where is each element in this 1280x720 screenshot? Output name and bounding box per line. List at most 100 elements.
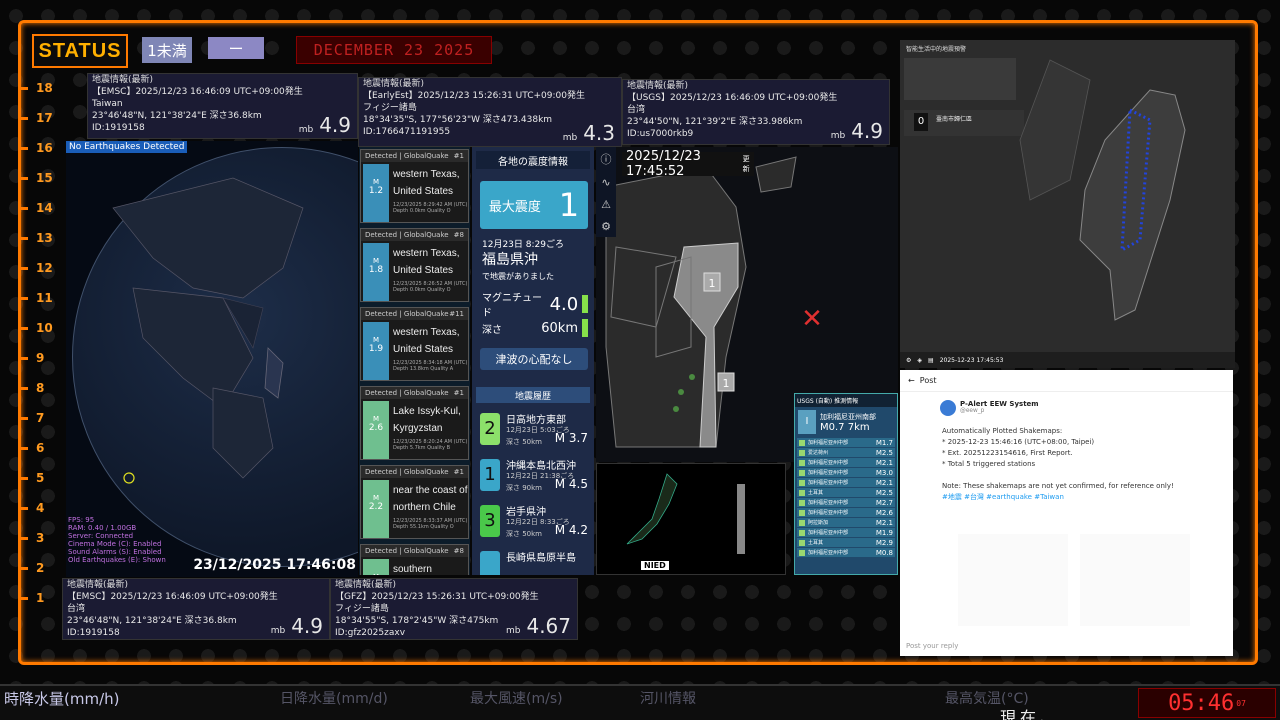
map-toolbar: ⓘ ∿ ⚠ ⚙ xyxy=(596,147,616,237)
nied-seismic-map[interactable]: NIED xyxy=(596,463,786,575)
post-header: ← Post xyxy=(900,370,1233,392)
ruler-tick: 2 xyxy=(18,560,64,576)
quake-place: 福島県沖 xyxy=(482,252,538,268)
magnitude-row: マグニチュード 4.0 xyxy=(482,289,588,319)
status-label: STATUS xyxy=(32,34,128,68)
level-badge: ー xyxy=(208,37,264,59)
date-display: DECEMBER 23 2025 xyxy=(296,36,492,64)
ruler-tick: 11 xyxy=(18,290,64,306)
history-item[interactable]: 2 日高地方東部 12月23日 5:03ごろ 深さ 50km M 3.7 xyxy=(480,407,588,451)
bottom-ticker: 時降水量(mm/h) 日降水量(mm/d) 最大風速(m/s) 河川情報 最高気… xyxy=(0,684,1280,720)
ruler-tick: 16 xyxy=(18,140,64,156)
ruler-tick: 4 xyxy=(18,500,64,516)
usgs-row[interactable]: 加利福尼亚州中部 M3.0 xyxy=(797,468,895,477)
usgs-header: USGS (自動) 推測情報 xyxy=(795,394,897,407)
digital-clock: 05:46 07 xyxy=(1138,688,1276,718)
quake-card[interactable]: Detected | GlobalQuake #1 M 1.2 western Te… xyxy=(360,149,469,223)
history-item[interactable]: 1 沖縄本島北西沖 12月22日 21:38ごろ 深さ 90km M 4.5 xyxy=(480,453,588,497)
ruler-tick: 8 xyxy=(18,380,64,396)
ruler-tick: 9 xyxy=(18,350,64,366)
quake-card[interactable]: Detected | GlobalQuake #11 M 1.9 western T… xyxy=(360,307,469,381)
svg-text:1: 1 xyxy=(723,377,730,390)
usgs-latest: I 加利福尼亚州南部 M0.7 7km xyxy=(795,407,897,437)
svg-text:1: 1 xyxy=(709,277,716,290)
usgs-row[interactable]: 加利福尼亚州中部 M1.7 xyxy=(797,438,895,447)
quake-info-panel-gfz: 地震情報(最新) 【GFZ】2025/12/23 15:26:31 UTC+09:… xyxy=(330,578,578,640)
max-intensity-box: 最大震度 1 xyxy=(480,181,588,229)
nied-logo: NIED xyxy=(641,561,669,570)
quake-info-panel-earlyest: 地震情報(最新) 【EarlyEst】2025/12/23 15:26:31 UT… xyxy=(358,77,622,147)
usgs-row[interactable]: 加利福尼亚州中部 M1.9 xyxy=(797,528,895,537)
epicenter-icon: ✕ xyxy=(801,304,823,334)
quake-info-panel-usgs: 地震情報(最新) 【USGS】2025/12/23 16:46:09 UTC+09… xyxy=(622,79,890,145)
ruler-tick: 10 xyxy=(18,320,64,336)
usgs-row[interactable]: 土耳其 M2.5 xyxy=(797,488,895,497)
ruler-tick: 17 xyxy=(18,110,64,126)
history-header: 地震履歴 xyxy=(476,387,590,403)
nied-shapes xyxy=(626,473,745,554)
jma-header: 各地の震度情報 xyxy=(476,151,590,169)
screen: STATUS 1未満 ー DECEMBER 23 2025 18 17 16 15 14… xyxy=(0,0,1280,720)
shakemap-image-2[interactable] xyxy=(1080,534,1190,626)
target-icon[interactable]: ◈ xyxy=(917,357,922,364)
globalquake-list[interactable]: Detected | GlobalQuake #1 M 1.2 western Te… xyxy=(359,147,470,575)
quake-card[interactable]: Detected | GlobalQuake #1 M 2.6 Lake Issyk… xyxy=(360,386,469,460)
shakemap-image-1[interactable] xyxy=(958,534,1068,626)
globe-stats: FPS: 95 RAM: 0.40 / 1.00GB Server: Connect… xyxy=(68,516,166,564)
land-shapes xyxy=(112,177,304,484)
chart-icon[interactable]: ▤ xyxy=(928,357,934,364)
globe-map[interactable] xyxy=(72,147,358,567)
jma-panel: 各地の震度情報 最大震度 1 12月23日 8:29ごろ 福島県沖 で地震がありま… xyxy=(472,147,594,575)
social-post: ← Post P-Alert EEW System @eew_p Automati… xyxy=(900,370,1233,656)
level-ruler: 18 17 16 15 14 13 12 11 10 9 8 7 6 5 4 3 2 1 xyxy=(18,80,64,640)
back-arrow-icon[interactable]: ← xyxy=(908,376,920,385)
warning-icon[interactable]: ⚠ xyxy=(601,198,611,211)
info-icon[interactable]: ⓘ xyxy=(601,151,612,167)
post-author: P-Alert EEW System @eew_p xyxy=(960,400,1039,414)
usgs-row[interactable]: 爱达荷州 M2.5 xyxy=(797,448,895,457)
quake-card[interactable]: Detected | GlobalQuake #8 M 1.8 western Te… xyxy=(360,228,469,302)
usgs-row[interactable]: 加利福尼亚州中部 M2.1 xyxy=(797,478,895,487)
usgs-row[interactable]: 加利福尼亚州中部 M2.6 xyxy=(797,508,895,517)
reply-input[interactable]: Post your reply xyxy=(906,642,958,650)
quake-card[interactable]: Detected | GlobalQuake #1 M 2.2 near the c… xyxy=(360,465,469,539)
avatar[interactable] xyxy=(940,400,956,416)
tsunami-status: 津波の心配なし xyxy=(480,348,588,370)
ruler-tick: 5 xyxy=(18,470,64,486)
quake-note: で地震がありました xyxy=(482,272,554,281)
map-timestamp: 2025/12/23 17:45:52 更新 xyxy=(622,149,754,179)
globe-status-tag: No Earthquakes Detected xyxy=(66,141,188,153)
ruler-tick: 7 xyxy=(18,410,64,426)
usgs-row[interactable]: 加利福尼亚州中部 M2.7 xyxy=(797,498,895,507)
ruler-tick: 3 xyxy=(18,530,64,546)
ruler-tick: 6 xyxy=(18,440,64,456)
history-item[interactable]: 3 岩手県沖 12月22日 8:33ごろ 深さ 50km M 4.2 xyxy=(480,499,588,543)
history-item[interactable]: 長崎県島原半島 xyxy=(480,545,588,575)
ruler-tick: 18 xyxy=(18,80,64,96)
globe-panel[interactable]: No Earthquakes Detected FPS: 95 RAM: 0.40… xyxy=(66,141,358,577)
taiwan-toolbar: ⚙ ◈ ▤ 2025-12-23 17:45:53 xyxy=(900,352,1235,368)
taiwan-eew-map[interactable]: 智能生活中的地震預警 0 臺南市歸仁區 ⚙ ◈ ▤ 2025-12-23 17:45:5… xyxy=(900,40,1235,368)
usgs-row[interactable]: 加利福尼亚州中部 M0.8 xyxy=(797,548,895,557)
ruler-tick: 15 xyxy=(18,170,64,186)
intensity-badge: 1未満 xyxy=(142,37,192,63)
quake-info-panel-emsc: 地震情報(最新) 【EMSC】2025/12/23 16:46:09 UTC+09… xyxy=(87,73,358,139)
ruler-tick: 14 xyxy=(18,200,64,216)
usgs-row[interactable]: 加利福尼亚州中部 M2.1 xyxy=(797,458,895,467)
post-body: Automatically Plotted Shakemaps: * 2025-… xyxy=(942,426,1222,503)
usgs-row[interactable]: 阿拉斯加 M2.1 xyxy=(797,518,895,527)
quake-info-panel-emsc-2: 地震情報(最新) 【EMSC】2025/12/23 16:46:09 UTC+09… xyxy=(62,578,330,640)
wave-icon[interactable]: ∿ xyxy=(601,176,610,189)
globe-timestamp: 23/12/2025 17:46:08 xyxy=(193,557,356,573)
ruler-tick: 12 xyxy=(18,260,64,276)
usgs-list[interactable]: USGS (自動) 推測情報 I 加利福尼亚州南部 M0.7 7km 加利福尼亚州中… xyxy=(794,393,898,575)
usgs-row[interactable]: 土耳其 M2.9 xyxy=(797,538,895,547)
gear-icon[interactable]: ⚙ xyxy=(906,357,911,364)
post-tags[interactable]: #地震 #台灣 #earthquake #Taiwan xyxy=(942,492,1222,503)
quake-card[interactable]: Detected | GlobalQuake#8 M southern Cali… xyxy=(360,544,469,575)
taiwan-shape xyxy=(1019,59,1186,321)
ruler-tick: 1 xyxy=(18,590,64,606)
ruler-tick: 13 xyxy=(18,230,64,246)
depth-row: 深さ 60km xyxy=(482,319,588,337)
gear-icon[interactable]: ⚙ xyxy=(601,220,611,233)
